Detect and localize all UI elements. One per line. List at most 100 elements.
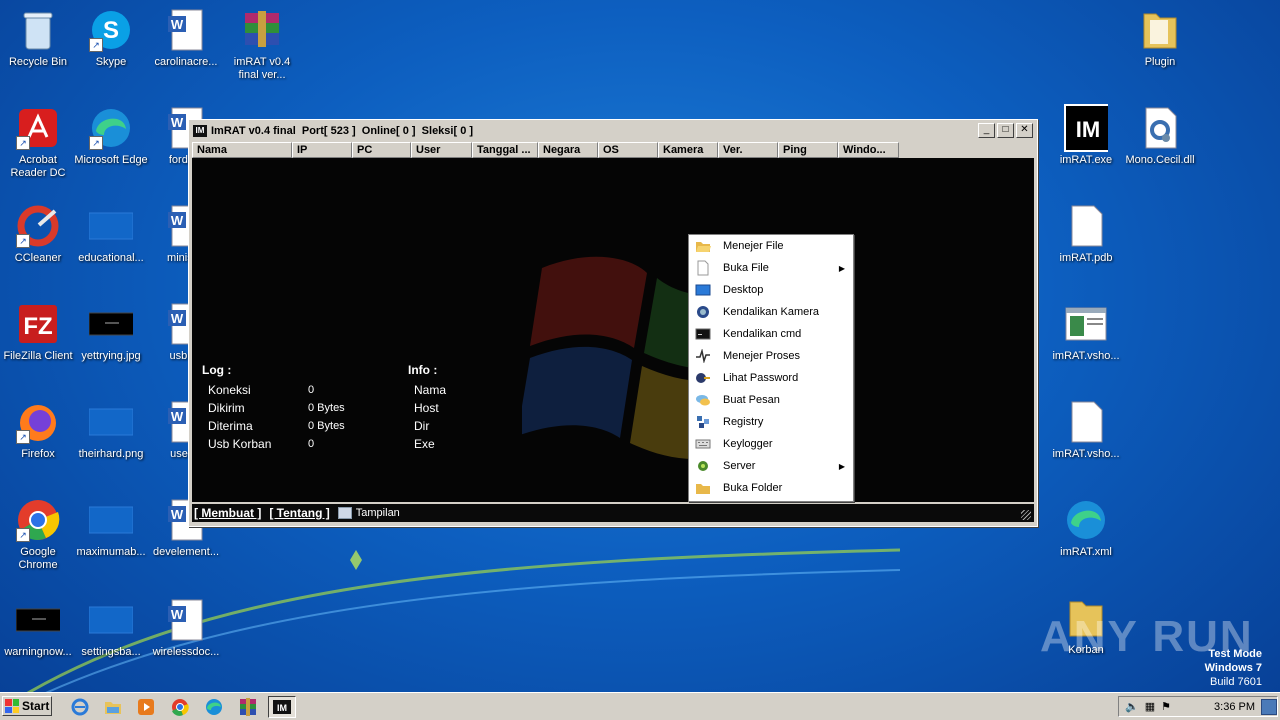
menu-item-menejer-file[interactable]: Menejer File xyxy=(689,235,853,257)
start-button[interactable]: Start xyxy=(2,696,52,716)
info-row: Exe xyxy=(408,435,514,453)
volume-icon[interactable]: 🔈 xyxy=(1125,700,1139,713)
membuat-link[interactable]: [ Membuat ] xyxy=(194,506,261,520)
action-center-flag-icon[interactable]: ⚑ xyxy=(1161,700,1171,713)
info-title: Info : xyxy=(408,363,438,377)
desktop-icon-ccleaner[interactable]: ↗ CCleaner xyxy=(0,204,76,265)
desktop-icon-label: settingsba... xyxy=(81,646,141,658)
column-header-user[interactable]: User xyxy=(411,142,472,158)
column-header-pc[interactable]: PC xyxy=(352,142,411,158)
log-row-koneksi: Koneksi 0 xyxy=(202,381,345,399)
network-icon[interactable]: ▦ xyxy=(1145,700,1155,713)
desktop-icon-recycle-bin[interactable]: Recycle Bin xyxy=(0,8,76,69)
desktop-icon-chrome[interactable]: ↗ Google Chrome xyxy=(0,498,76,572)
desktop-icon-settingsba[interactable]: settingsba... xyxy=(73,598,149,659)
desktop-icon-maximumab[interactable]: maximumab... xyxy=(73,498,149,559)
desktop-icon-label: maximumab... xyxy=(76,546,146,558)
desktop-icon-label: carolinacre... xyxy=(154,56,218,68)
menu-item-registry[interactable]: Registry xyxy=(689,411,853,433)
resize-grip-icon[interactable] xyxy=(1021,510,1031,520)
desktop-icon-plugin[interactable]: Plugin xyxy=(1122,8,1198,69)
info-key: Exe xyxy=(414,437,435,451)
desktop-icon-skype[interactable]: S ↗ Skype xyxy=(73,8,149,69)
column-header-os[interactable]: OS xyxy=(598,142,658,158)
column-header-tanggal[interactable]: Tanggal ... xyxy=(472,142,538,158)
edge-icon xyxy=(206,699,222,715)
log-value: 0 xyxy=(308,384,315,396)
desktop-icon-yettrying[interactable]: yettrying.jpg xyxy=(73,302,149,363)
column-header-ver[interactable]: Ver. xyxy=(718,142,778,158)
edge-icon: ↗ xyxy=(89,106,133,150)
image-file-icon xyxy=(89,204,133,248)
svg-text:W: W xyxy=(171,409,184,424)
menu-item-desktop[interactable]: Desktop xyxy=(689,279,853,301)
menu-item-keylogger[interactable]: Keylogger xyxy=(689,433,853,455)
desktop-icon-imrat-vshost-1[interactable]: imRAT.vsho... xyxy=(1048,302,1124,363)
password-icon xyxy=(695,371,711,385)
desktop-icon-imrat-archive[interactable]: imRAT v0.4 final ver... xyxy=(224,8,300,82)
image-file-icon xyxy=(89,400,133,444)
taskbar-chrome[interactable] xyxy=(166,696,194,718)
menu-item-label: Registry xyxy=(723,416,764,428)
menu-item-kendalikan-cmd[interactable]: Kendalikan cmd xyxy=(689,323,853,345)
column-header-window[interactable]: Windo... xyxy=(838,142,899,158)
close-button[interactable]: ✕ xyxy=(1016,123,1033,138)
show-desktop-button[interactable] xyxy=(1261,699,1277,715)
desktop-icon-label: theirhard.png xyxy=(78,448,144,460)
clock[interactable]: 3:36 PM xyxy=(1214,701,1255,713)
taskbar-explorer[interactable] xyxy=(99,696,127,718)
menu-item-menejer-proses[interactable]: Menejer Proses xyxy=(689,345,853,367)
desktop-icon-mono-cecil[interactable]: Mono.Cecil.dll xyxy=(1122,106,1198,167)
desktop-icon-imrat-pdb[interactable]: imRAT.pdb xyxy=(1048,204,1124,265)
recycle-bin-icon xyxy=(16,8,60,52)
word-doc-icon: W xyxy=(164,598,208,642)
desktop-icon-warningnow[interactable]: warningnow... xyxy=(0,598,76,659)
column-header-ping[interactable]: Ping xyxy=(778,142,838,158)
menu-item-kendalikan-kamera[interactable]: Kendalikan Kamera xyxy=(689,301,853,323)
menu-item-lihat-password[interactable]: Lihat Password xyxy=(689,367,853,389)
imrat-exe-icon: IM xyxy=(1064,104,1108,152)
desktop-icon-wirelessdoc[interactable]: W wirelessdoc... xyxy=(148,598,224,659)
tampilan-button[interactable]: Tampilan xyxy=(337,507,400,519)
desktop-icon-theirhard[interactable]: theirhard.png xyxy=(73,400,149,461)
desktop-icon-carolinacre[interactable]: W carolinacre... xyxy=(148,8,224,69)
minimize-button[interactable]: _ xyxy=(978,123,995,138)
desktop-icon-acrobat[interactable]: ↗ Acrobat Reader DC xyxy=(0,106,76,180)
desktop-icon-edge[interactable]: ↗ Microsoft Edge xyxy=(73,106,149,167)
desktop-icon-educational[interactable]: educational... xyxy=(73,204,149,265)
taskbar-winrar[interactable] xyxy=(234,696,262,718)
column-header-kamera[interactable]: Kamera xyxy=(658,142,718,158)
registry-icon xyxy=(695,415,711,429)
window-titlebar[interactable]: IM ImRAT v0.4 final Port[ 523 ] Online[ … xyxy=(191,122,1035,140)
column-header-ip[interactable]: IP xyxy=(292,142,352,158)
client-list[interactable]: Log : Koneksi 0 Dikirim 0 Bytes Diterima… xyxy=(192,158,1034,502)
process-icon xyxy=(695,349,711,363)
column-header-negara[interactable]: Negara xyxy=(538,142,598,158)
taskbar-edge[interactable] xyxy=(200,696,228,718)
log-value: 0 Bytes xyxy=(308,420,345,432)
menu-item-buka-file[interactable]: Buka File ▶ xyxy=(689,257,853,279)
svg-text:IM: IM xyxy=(277,703,287,713)
tentang-link[interactable]: [ Tentang ] xyxy=(269,506,329,520)
desktop-icon-imrat-xml[interactable]: imRAT.xml xyxy=(1048,498,1124,559)
column-header-nama[interactable]: Nama xyxy=(192,142,292,158)
desktop-icon-firefox[interactable]: ↗ Firefox xyxy=(0,400,76,461)
taskbar-ie[interactable] xyxy=(66,696,94,718)
info-key: Host xyxy=(414,401,439,415)
desktop-icon-imrat-vshost-2[interactable]: imRAT.vsho... xyxy=(1048,400,1124,461)
word-doc-icon: W xyxy=(164,8,208,52)
maximize-button[interactable]: □ xyxy=(997,123,1014,138)
menu-item-buat-pesan[interactable]: Buat Pesan xyxy=(689,389,853,411)
watermark-line: Test Mode xyxy=(1208,648,1262,660)
menu-item-server[interactable]: Server ▶ xyxy=(689,455,853,477)
submenu-arrow-icon: ▶ xyxy=(838,461,845,471)
winrar-icon xyxy=(240,698,256,716)
menu-item-label: Menejer File xyxy=(723,240,784,252)
desktop-icon-filezilla[interactable]: FZ FileZilla Client xyxy=(0,302,76,363)
desktop-icon-imrat-exe[interactable]: IM imRAT.exe xyxy=(1048,104,1124,167)
taskbar-imrat[interactable]: IM xyxy=(268,696,296,718)
desktop-icon-label: imRAT.vsho... xyxy=(1052,350,1120,362)
taskbar-media-player[interactable] xyxy=(132,696,160,718)
menu-item-buka-folder[interactable]: Buka Folder xyxy=(689,477,853,499)
desktop-icon-label: educational... xyxy=(78,252,144,264)
